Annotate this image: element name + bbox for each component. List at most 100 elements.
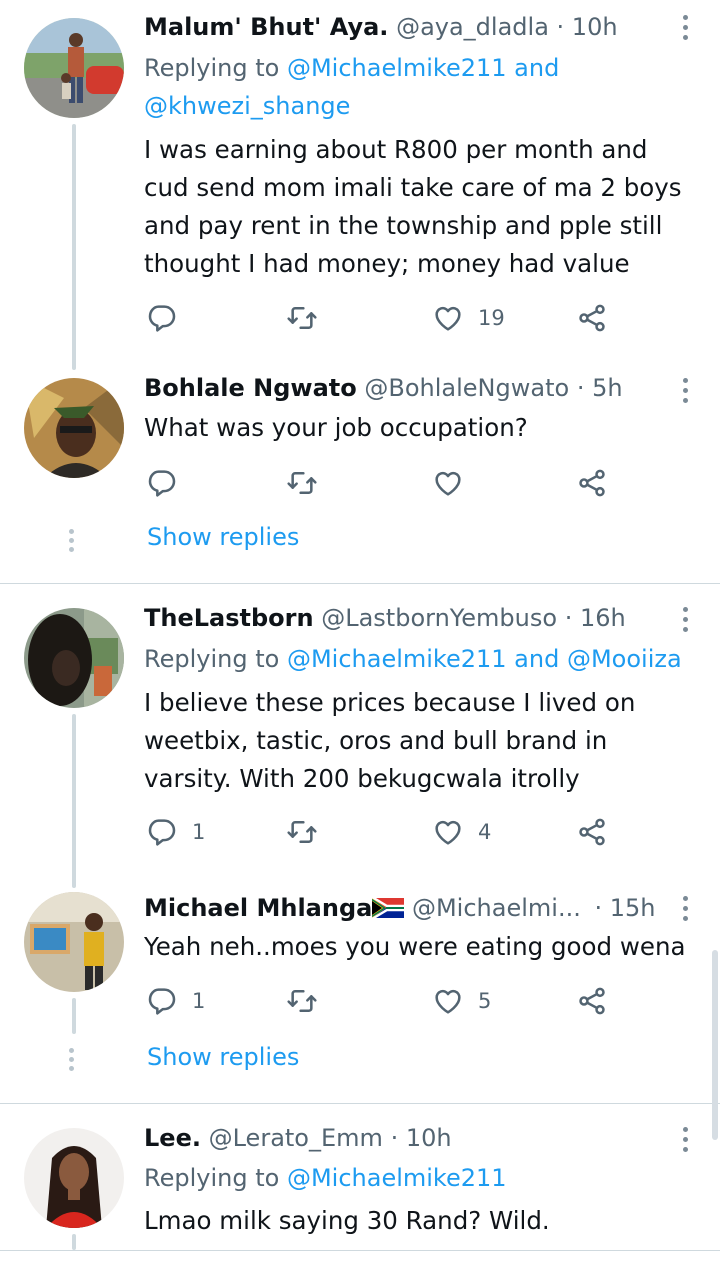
replying-to: Replying to @Michaelmike211 and @Mooiiza [144, 645, 682, 673]
reply-icon [146, 816, 178, 848]
reply-button[interactable]: 1 [146, 814, 205, 850]
replying-to: Replying to @Michaelmike211 and [144, 54, 560, 82]
tweet-text: I was earning about R800 per month and c… [144, 131, 700, 283]
tweet-header: Lee. @Lerato_Emm · 10h [144, 1121, 452, 1155]
tweet-header: TheLastborn @LastbornYembuso · 16h [144, 601, 626, 635]
reply-icon [146, 302, 178, 334]
text-line: thought I had money; money had value [144, 249, 630, 278]
retweet-button[interactable] [286, 814, 318, 850]
share-icon [576, 985, 608, 1017]
more-vertical-icon[interactable] [680, 15, 690, 40]
reply-count: 1 [192, 989, 206, 1013]
display-name[interactable]: Malum' Bhut' Aya. [144, 13, 388, 41]
user-handle[interactable]: @BohlaleNgwato [364, 374, 569, 402]
retweet-icon [286, 467, 318, 499]
retweet-button[interactable] [286, 465, 318, 501]
retweet-icon [286, 302, 318, 334]
text-line: I believe these prices because I lived o… [144, 688, 636, 717]
share-button[interactable] [576, 983, 608, 1019]
action-bar: 1 5 [146, 983, 616, 1019]
share-icon [576, 816, 608, 848]
heart-icon [432, 985, 464, 1017]
replying-to-line2: @khwezi_shange [144, 87, 350, 125]
user-handle[interactable]: @aya_dladla [396, 13, 549, 41]
tweet-text: What was your job occupation? [144, 413, 528, 442]
like-button[interactable]: 5 [432, 983, 491, 1019]
mention-link[interactable]: @khwezi_shange [144, 92, 350, 120]
south-africa-flag-icon [372, 898, 405, 918]
more-vertical-icon[interactable] [680, 1127, 690, 1152]
display-name[interactable]: Bohlale Ngwato [144, 374, 357, 402]
action-bar: 1 4 [146, 814, 616, 850]
divider [0, 1103, 720, 1104]
avatar[interactable] [24, 608, 124, 708]
like-button[interactable]: 19 [432, 300, 505, 336]
like-count: 19 [478, 306, 505, 330]
retweet-icon [286, 816, 318, 848]
like-count: 5 [478, 989, 492, 1013]
reply-button[interactable]: 1 [146, 983, 205, 1019]
tweet-text: I believe these prices because I lived o… [144, 684, 700, 798]
retweet-button[interactable] [286, 983, 318, 1019]
reply-icon [146, 467, 178, 499]
avatar[interactable] [24, 892, 124, 992]
reply-count: 1 [192, 820, 206, 844]
display-name[interactable]: TheLastborn [144, 604, 314, 632]
thread-line [72, 1234, 76, 1250]
divider [0, 583, 720, 584]
mention-link[interactable]: @Michaelmike211 and [287, 54, 559, 82]
show-replies-link[interactable]: Show replies [147, 1043, 299, 1071]
share-button[interactable] [576, 814, 608, 850]
more-vertical-icon[interactable] [680, 607, 690, 632]
retweet-button[interactable] [286, 300, 332, 336]
user-handle[interactable]: @Lerato_Emm [209, 1124, 383, 1152]
timestamp[interactable]: · 15h [594, 894, 655, 922]
text-line: I was earning about R800 per month and [144, 135, 648, 164]
reply-button[interactable] [146, 300, 192, 336]
like-count: 4 [478, 820, 492, 844]
more-vertical-icon[interactable] [680, 896, 690, 921]
text-line: cud send mom imali take care of ma 2 boy… [144, 173, 682, 202]
mention-link[interactable]: @Michaelmike211 [287, 1164, 507, 1192]
more-vertical-icon[interactable] [680, 378, 690, 403]
mention-link[interactable]: @Michaelmike211 and @Mooiiza [287, 645, 682, 673]
timestamp[interactable]: · 5h [577, 374, 623, 402]
action-bar [146, 465, 616, 501]
avatar[interactable] [24, 18, 124, 118]
tweet-text: Lmao milk saying 30 Rand? Wild. [144, 1206, 550, 1235]
tweet-header: Malum' Bhut' Aya. @aya_dladla · 10h [144, 10, 618, 44]
share-button[interactable] [576, 465, 608, 501]
text-line: and pay rent in the township and pple st… [144, 211, 663, 240]
show-replies-link[interactable]: Show replies [147, 523, 299, 551]
thread-more-dots [69, 1048, 74, 1071]
avatar[interactable] [24, 1128, 124, 1228]
thread-line [72, 714, 76, 888]
like-button[interactable]: 4 [432, 814, 491, 850]
share-button[interactable] [576, 300, 608, 336]
divider [0, 1250, 720, 1251]
text-line: weetbix, tastic, oros and bull brand in [144, 726, 608, 755]
user-handle[interactable]: @Michaelmi... [412, 894, 581, 922]
display-name[interactable]: Michael Mhlanga [144, 894, 372, 922]
timestamp[interactable]: · 10h [557, 13, 618, 41]
tweet-text: Yeah neh..moes you were eating good wena [144, 932, 686, 961]
retweet-icon [286, 985, 318, 1017]
text-line: varsity. With 200 bekugcwala itrolly [144, 764, 580, 793]
user-handle[interactable]: @LastbornYembuso [321, 604, 557, 632]
heart-icon [432, 302, 464, 334]
timestamp[interactable]: · 10h [391, 1124, 452, 1152]
avatar[interactable] [24, 378, 124, 478]
reply-icon [146, 985, 178, 1017]
action-bar: 19 [146, 300, 616, 336]
display-name[interactable]: Lee. [144, 1124, 201, 1152]
like-button[interactable] [432, 465, 464, 501]
share-icon [576, 467, 608, 499]
replying-to: Replying to @Michaelmike211 [144, 1164, 507, 1192]
thread-more-dots [69, 529, 74, 552]
scrollbar[interactable] [712, 950, 718, 1140]
timestamp[interactable]: · 16h [565, 604, 626, 632]
reply-button[interactable] [146, 465, 178, 501]
tweet-header: Michael Mhlanga @Michaelmi... · 15h [144, 891, 655, 925]
heart-icon [432, 816, 464, 848]
tweet-header: Bohlale Ngwato @BohlaleNgwato · 5h [144, 371, 623, 405]
